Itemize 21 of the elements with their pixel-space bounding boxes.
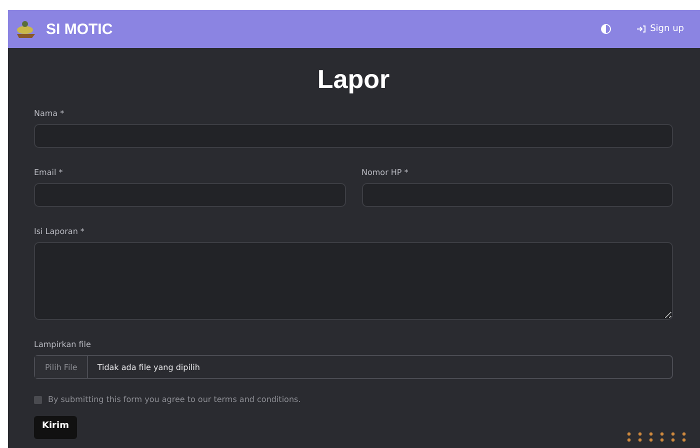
file-input[interactable]: Pilih File Tidak ada file yang dipilih [34, 355, 673, 379]
input-field[interactable] [362, 183, 673, 207]
file-status: Tidak ada file yang dipilih [96, 362, 200, 374]
submit-button[interactable]: Kirim [34, 416, 77, 439]
choose-file-button[interactable]: Pilih File [35, 356, 88, 378]
field-label: Nomor HP * [362, 168, 410, 177]
page-title: Lapor [316, 64, 391, 95]
field-label: Nama * [34, 109, 66, 118]
input-field[interactable] [34, 124, 673, 148]
field-label: Email * [34, 168, 64, 177]
sign-in-icon [637, 25, 646, 33]
agree-checkbox[interactable] [34, 396, 42, 404]
report-textarea[interactable] [34, 242, 673, 320]
sign-up-link[interactable]: Sign up [637, 24, 684, 34]
input-field[interactable] [34, 183, 346, 207]
field-label: Isi Laporan * [34, 227, 86, 236]
contrast-icon[interactable] [601, 24, 612, 34]
brand-name[interactable]: SI MOTIC [46, 20, 113, 38]
agree-text: By submitting this form you agree to our terms and conditions. [48, 395, 301, 404]
field-label: Lampirkan file [34, 340, 92, 349]
dots-drawing [626, 431, 688, 443]
